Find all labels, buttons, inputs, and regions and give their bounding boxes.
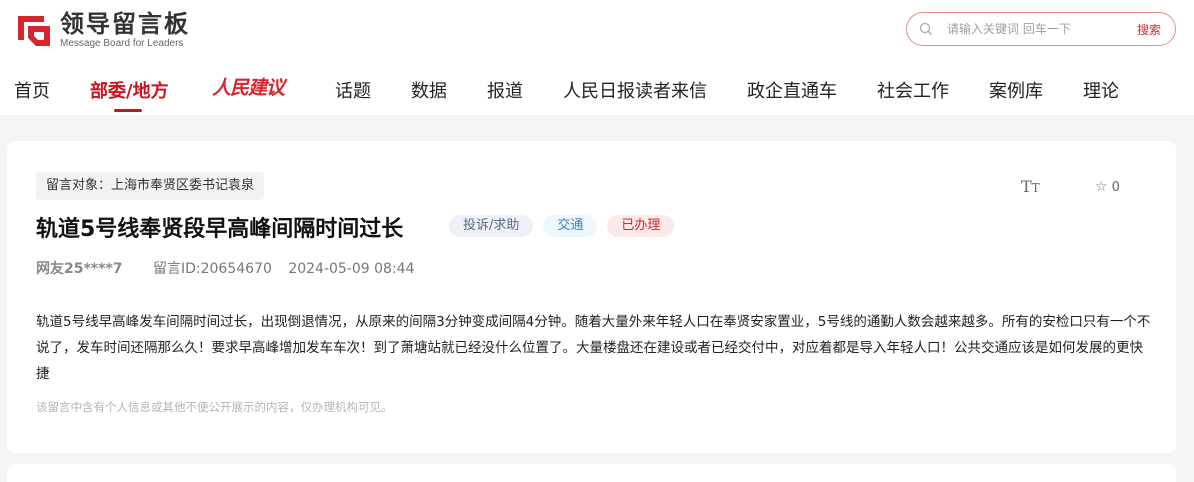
- search-icon: [919, 22, 932, 35]
- author-name: 网友25****7: [36, 261, 123, 277]
- message-meta: 网友25****7 留言ID:20654670 2024-05-09 08:44: [36, 258, 414, 278]
- nav-item-ministries-local[interactable]: 部委/地方: [90, 77, 169, 103]
- message-card: 留言对象：上海市奉贤区委书记袁泉 TT ☆ 0 轨道5号线奉贤段早高峰间隔时间过…: [7, 141, 1176, 453]
- font-size-toggle-icon[interactable]: TT: [1021, 177, 1040, 196]
- favorite-count: 0: [1111, 179, 1120, 195]
- nav-item-people-suggestions[interactable]: 人民建议: [212, 73, 285, 100]
- nav-item-enterprise-express[interactable]: 政企直通车: [747, 77, 837, 103]
- message-content: 轨道5号线早高峰发车间隔时间过长，出现倒退情况，从原来的间隔3分钟变成间隔4分钟…: [36, 314, 1151, 382]
- message-title: 轨道5号线奉贤段早高峰间隔时间过长: [36, 217, 404, 242]
- search-button[interactable]: 搜索: [1137, 21, 1161, 38]
- logo-icon: [14, 10, 54, 50]
- logo-subtitle: Message Board for Leaders: [60, 38, 184, 49]
- nav-item-theory[interactable]: 理论: [1083, 77, 1119, 103]
- tag-category[interactable]: 交通: [543, 215, 598, 237]
- message-datetime: 2024-05-09 08:44: [288, 261, 415, 277]
- message-id: 留言ID:20654670: [152, 261, 272, 277]
- site-header: 领导留言板 Message Board for Leaders 搜索 首页 部委…: [0, 0, 1194, 115]
- nav-item-data[interactable]: 数据: [411, 77, 447, 103]
- nav-item-topics[interactable]: 话题: [335, 77, 371, 103]
- main-nav: 首页 部委/地方 人民建议 话题 数据 报道 人民日报读者来信 政企直通车 社会…: [0, 70, 1194, 112]
- message-tags: 投诉/求助 交通 已办理: [449, 215, 684, 237]
- nav-active-indicator: [114, 109, 142, 112]
- nav-item-reports[interactable]: 报道: [487, 77, 523, 103]
- next-card: [7, 464, 1176, 482]
- status-badge: 已办理: [607, 215, 675, 237]
- privacy-notice: 该留言中含有个人信息或其他不便公开展示的内容，仅办理机构可见。: [36, 400, 393, 414]
- favorite-button[interactable]: ☆ 0: [1095, 179, 1120, 195]
- site-logo[interactable]: 领导留言板 Message Board for Leaders: [14, 10, 190, 50]
- search-input[interactable]: [947, 19, 1117, 39]
- search-box: 搜索: [906, 12, 1176, 46]
- tag-type[interactable]: 投诉/求助: [449, 215, 534, 237]
- message-target: 留言对象：上海市奉贤区委书记袁泉: [36, 172, 265, 200]
- star-icon: ☆: [1095, 179, 1108, 195]
- nav-item-case-library[interactable]: 案例库: [989, 77, 1043, 103]
- nav-item-readers-letters[interactable]: 人民日报读者来信: [563, 77, 707, 103]
- nav-item-social-work[interactable]: 社会工作: [877, 77, 949, 103]
- nav-item-home[interactable]: 首页: [14, 77, 50, 103]
- logo-title: 领导留言板: [60, 10, 190, 38]
